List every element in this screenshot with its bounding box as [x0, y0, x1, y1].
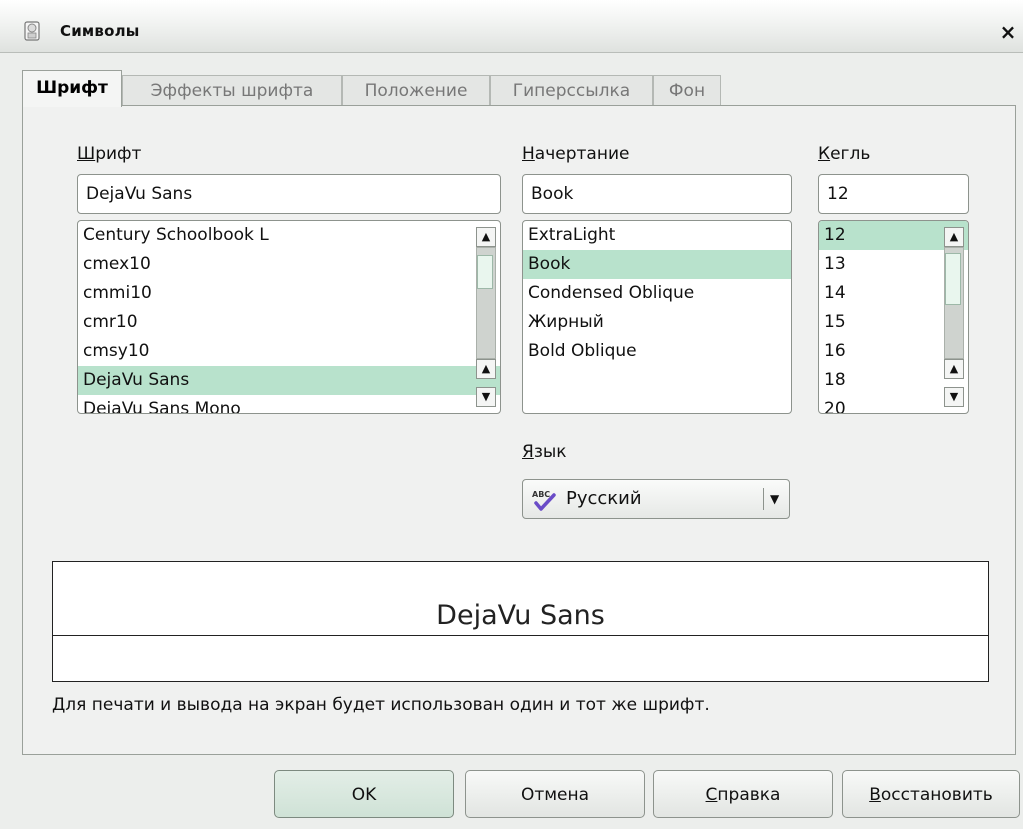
scroll-up-button[interactable]: ▲	[476, 227, 496, 247]
list-item[interactable]: DejaVu Sans Mono	[78, 395, 500, 413]
svg-text:ABC: ABC	[532, 490, 550, 499]
style-list[interactable]: ExtraLight Book Condensed Oblique Жирный…	[522, 220, 792, 414]
cancel-button[interactable]: Отмена	[465, 770, 645, 818]
list-item[interactable]: cmmi10	[78, 279, 500, 308]
list-item-selected[interactable]: Book	[523, 250, 791, 279]
font-name-input[interactable]	[77, 174, 501, 214]
character-dialog: Символы × Шрифт Эффекты шрифта Положение…	[0, 0, 1023, 829]
language-label: Язык	[522, 442, 567, 462]
baseline	[53, 635, 988, 636]
reset-button[interactable]: Восстановить	[842, 770, 1020, 818]
size-list[interactable]: 12 13 14 15 16 18 20 ▲ ▲ ▼	[818, 220, 969, 414]
window-title: Символы	[60, 22, 140, 40]
list-item[interactable]: Condensed Oblique	[523, 279, 791, 308]
list-item[interactable]: cmr10	[78, 308, 500, 337]
font-note: Для печати и вывода на экран будет испол…	[52, 695, 710, 715]
close-button[interactable]: ×	[999, 19, 1017, 45]
list-item[interactable]: Century Schoolbook L	[78, 221, 500, 250]
list-item[interactable]: cmsy10	[78, 337, 500, 366]
font-list[interactable]: Century Schoolbook L cmex10 cmmi10 cmr10…	[77, 220, 501, 414]
scroll-up-button[interactable]: ▲	[944, 227, 964, 247]
help-button[interactable]: Справка	[653, 770, 833, 818]
font-preview: DejaVu Sans	[52, 561, 989, 682]
font-list-scrollbar[interactable]: ▲ ▲ ▼	[476, 225, 496, 409]
app-document-icon	[24, 21, 40, 41]
style-input[interactable]	[522, 174, 792, 214]
language-dropdown[interactable]: ABC Русский ▼	[522, 479, 790, 519]
style-label: Начертание	[522, 144, 630, 164]
scroll-up-button[interactable]: ▲	[476, 359, 496, 379]
scroll-down-button[interactable]: ▼	[944, 387, 964, 407]
title-bar[interactable]: Символы ×	[0, 0, 1023, 53]
size-list-scrollbar[interactable]: ▲ ▲ ▼	[944, 225, 964, 409]
list-item[interactable]: Bold Oblique	[523, 337, 791, 366]
chevron-down-icon[interactable]: ▼	[770, 480, 779, 518]
tab-font-effects[interactable]: Эффекты шрифта	[122, 75, 342, 105]
scroll-down-button[interactable]: ▼	[476, 387, 496, 407]
scroll-up-button[interactable]: ▲	[944, 359, 964, 379]
font-label: Шрифт	[77, 144, 142, 164]
list-item[interactable]: Жирный	[523, 308, 791, 337]
ok-button[interactable]: OK	[274, 770, 454, 818]
size-label: Кегль	[818, 144, 871, 164]
scroll-thumb[interactable]	[477, 255, 493, 289]
spellcheck-abc-icon: ABC	[532, 490, 556, 511]
tab-font[interactable]: Шрифт	[22, 70, 122, 107]
list-item-selected[interactable]: DejaVu Sans	[78, 366, 500, 395]
tab-position[interactable]: Положение	[342, 75, 490, 105]
tab-hyperlink[interactable]: Гиперссылка	[490, 75, 653, 105]
size-input[interactable]	[818, 174, 969, 214]
preview-sample: DejaVu Sans	[53, 600, 988, 631]
list-item[interactable]: ExtraLight	[523, 221, 791, 250]
language-value: Русский	[566, 488, 642, 509]
tab-background[interactable]: Фон	[653, 75, 721, 105]
list-item[interactable]: cmex10	[78, 250, 500, 279]
dropdown-separator	[763, 488, 764, 510]
scroll-thumb[interactable]	[945, 253, 961, 305]
